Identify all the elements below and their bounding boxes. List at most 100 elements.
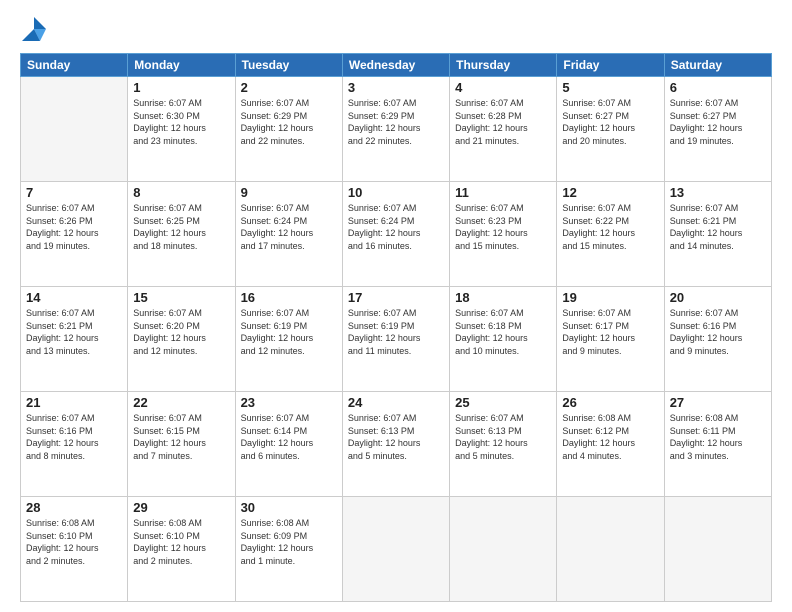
day-info: Sunrise: 6:07 AM Sunset: 6:19 PM Dayligh… (241, 307, 337, 357)
day-number: 29 (133, 500, 229, 515)
day-info: Sunrise: 6:07 AM Sunset: 6:17 PM Dayligh… (562, 307, 658, 357)
calendar-cell (664, 497, 771, 602)
day-info: Sunrise: 6:07 AM Sunset: 6:21 PM Dayligh… (26, 307, 122, 357)
week-row-1: 1 Sunrise: 6:07 AM Sunset: 6:30 PM Daylig… (21, 77, 772, 182)
calendar-cell: 5 Sunrise: 6:07 AM Sunset: 6:27 PM Daylig… (557, 77, 664, 182)
day-info: Sunrise: 6:07 AM Sunset: 6:16 PM Dayligh… (26, 412, 122, 462)
calendar-cell: 24 Sunrise: 6:07 AM Sunset: 6:13 PM Dayli… (342, 392, 449, 497)
calendar-cell: 29Sunrise: 6:08 AM Sunset: 6:10 PM Dayli… (128, 497, 235, 602)
col-friday: Friday (557, 54, 664, 77)
day-number: 9 (241, 185, 337, 200)
calendar-cell: 26 Sunrise: 6:08 AM Sunset: 6:12 PM Dayli… (557, 392, 664, 497)
calendar-cell: 15 Sunrise: 6:07 AM Sunset: 6:20 PM Dayli… (128, 287, 235, 392)
day-number: 18 (455, 290, 551, 305)
day-number: 24 (348, 395, 444, 410)
day-info: Sunrise: 6:07 AM Sunset: 6:20 PM Dayligh… (133, 307, 229, 357)
week-row-3: 14 Sunrise: 6:07 AM Sunset: 6:21 PM Dayli… (21, 287, 772, 392)
day-info: Sunrise: 6:08 AM Sunset: 6:11 PM Dayligh… (670, 412, 766, 462)
day-number: 2 (241, 80, 337, 95)
calendar-cell: 20 Sunrise: 6:07 AM Sunset: 6:16 PM Dayli… (664, 287, 771, 392)
day-info: Sunrise: 6:07 AM Sunset: 6:24 PM Dayligh… (348, 202, 444, 252)
calendar: Sunday Monday Tuesday Wednesday Thursday… (20, 53, 772, 602)
calendar-cell: 16 Sunrise: 6:07 AM Sunset: 6:19 PM Dayli… (235, 287, 342, 392)
day-info: Sunrise: 6:08 AM Sunset: 6:12 PM Dayligh… (562, 412, 658, 462)
calendar-cell: 10 Sunrise: 6:07 AM Sunset: 6:24 PM Dayli… (342, 182, 449, 287)
day-number: 12 (562, 185, 658, 200)
calendar-cell: 4Sunrise: 6:07 AM Sunset: 6:28 PM Daylig… (450, 77, 557, 182)
day-info: Sunrise: 6:07 AM Sunset: 6:15 PM Dayligh… (133, 412, 229, 462)
col-wednesday: Wednesday (342, 54, 449, 77)
day-number: 27 (670, 395, 766, 410)
col-sunday: Sunday (21, 54, 128, 77)
calendar-cell: 19 Sunrise: 6:07 AM Sunset: 6:17 PM Dayli… (557, 287, 664, 392)
day-info: Sunrise: 6:07 AM Sunset: 6:16 PM Dayligh… (670, 307, 766, 357)
calendar-cell: 30 Sunrise: 6:08 AM Sunset: 6:09 PM Dayli… (235, 497, 342, 602)
day-info: Sunrise: 6:07 AM Sunset: 6:27 PM Dayligh… (562, 97, 658, 147)
day-number: 7 (26, 185, 122, 200)
logo-icon (20, 15, 48, 43)
calendar-header-row: Sunday Monday Tuesday Wednesday Thursday… (21, 54, 772, 77)
col-tuesday: Tuesday (235, 54, 342, 77)
day-info: Sunrise: 6:07 AM Sunset: 6:28 PM Dayligh… (455, 97, 551, 147)
day-info: Sunrise: 6:07 AM Sunset: 6:13 PM Dayligh… (455, 412, 551, 462)
calendar-cell: 21 Sunrise: 6:07 AM Sunset: 6:16 PM Dayli… (21, 392, 128, 497)
day-info: Sunrise: 6:07 AM Sunset: 6:23 PM Dayligh… (455, 202, 551, 252)
calendar-cell: 25 Sunrise: 6:07 AM Sunset: 6:13 PM Dayli… (450, 392, 557, 497)
page: Sunday Monday Tuesday Wednesday Thursday… (0, 0, 792, 612)
day-number: 5 (562, 80, 658, 95)
day-number: 10 (348, 185, 444, 200)
day-number: 11 (455, 185, 551, 200)
day-number: 17 (348, 290, 444, 305)
day-info: Sunrise: 6:07 AM Sunset: 6:18 PM Dayligh… (455, 307, 551, 357)
day-number: 14 (26, 290, 122, 305)
day-number: 28 (26, 500, 122, 515)
day-number: 25 (455, 395, 551, 410)
day-info: Sunrise: 6:08 AM Sunset: 6:10 PM Dayligh… (26, 517, 122, 567)
day-number: 13 (670, 185, 766, 200)
day-info: Sunrise: 6:07 AM Sunset: 6:13 PM Dayligh… (348, 412, 444, 462)
calendar-cell: 1 Sunrise: 6:07 AM Sunset: 6:30 PM Daylig… (128, 77, 235, 182)
day-number: 20 (670, 290, 766, 305)
day-number: 1 (133, 80, 229, 95)
day-number: 3 (348, 80, 444, 95)
week-row-2: 7 Sunrise: 6:07 AM Sunset: 6:26 PM Daylig… (21, 182, 772, 287)
col-thursday: Thursday (450, 54, 557, 77)
calendar-cell (342, 497, 449, 602)
day-info: Sunrise: 6:07 AM Sunset: 6:30 PM Dayligh… (133, 97, 229, 147)
day-number: 23 (241, 395, 337, 410)
day-info: Sunrise: 6:07 AM Sunset: 6:27 PM Dayligh… (670, 97, 766, 147)
day-info: Sunrise: 6:08 AM Sunset: 6:09 PM Dayligh… (241, 517, 337, 567)
calendar-cell: 17 Sunrise: 6:07 AM Sunset: 6:19 PM Dayli… (342, 287, 449, 392)
day-info: Sunrise: 6:07 AM Sunset: 6:21 PM Dayligh… (670, 202, 766, 252)
day-info: Sunrise: 6:07 AM Sunset: 6:24 PM Dayligh… (241, 202, 337, 252)
calendar-cell: 18 Sunrise: 6:07 AM Sunset: 6:18 PM Dayli… (450, 287, 557, 392)
day-info: Sunrise: 6:07 AM Sunset: 6:19 PM Dayligh… (348, 307, 444, 357)
col-monday: Monday (128, 54, 235, 77)
week-row-5: 28 Sunrise: 6:08 AM Sunset: 6:10 PM Dayli… (21, 497, 772, 602)
day-number: 22 (133, 395, 229, 410)
day-info: Sunrise: 6:07 AM Sunset: 6:29 PM Dayligh… (348, 97, 444, 147)
calendar-cell: 22 Sunrise: 6:07 AM Sunset: 6:15 PM Dayli… (128, 392, 235, 497)
day-number: 15 (133, 290, 229, 305)
day-info: Sunrise: 6:07 AM Sunset: 6:22 PM Dayligh… (562, 202, 658, 252)
day-number: 16 (241, 290, 337, 305)
header (20, 15, 772, 43)
col-saturday: Saturday (664, 54, 771, 77)
calendar-cell: 9 Sunrise: 6:07 AM Sunset: 6:24 PM Daylig… (235, 182, 342, 287)
calendar-cell: 13 Sunrise: 6:07 AM Sunset: 6:21 PM Dayli… (664, 182, 771, 287)
day-number: 21 (26, 395, 122, 410)
calendar-cell: 8Sunrise: 6:07 AM Sunset: 6:25 PM Daylig… (128, 182, 235, 287)
day-number: 26 (562, 395, 658, 410)
day-number: 6 (670, 80, 766, 95)
calendar-cell (450, 497, 557, 602)
logo (20, 15, 52, 43)
day-info: Sunrise: 6:07 AM Sunset: 6:25 PM Dayligh… (133, 202, 229, 252)
calendar-cell: 6 Sunrise: 6:07 AM Sunset: 6:27 PM Daylig… (664, 77, 771, 182)
day-number: 30 (241, 500, 337, 515)
day-number: 19 (562, 290, 658, 305)
day-info: Sunrise: 6:07 AM Sunset: 6:29 PM Dayligh… (241, 97, 337, 147)
day-info: Sunrise: 6:07 AM Sunset: 6:26 PM Dayligh… (26, 202, 122, 252)
calendar-cell: 14 Sunrise: 6:07 AM Sunset: 6:21 PM Dayli… (21, 287, 128, 392)
calendar-cell: 2 Sunrise: 6:07 AM Sunset: 6:29 PM Daylig… (235, 77, 342, 182)
week-row-4: 21 Sunrise: 6:07 AM Sunset: 6:16 PM Dayli… (21, 392, 772, 497)
